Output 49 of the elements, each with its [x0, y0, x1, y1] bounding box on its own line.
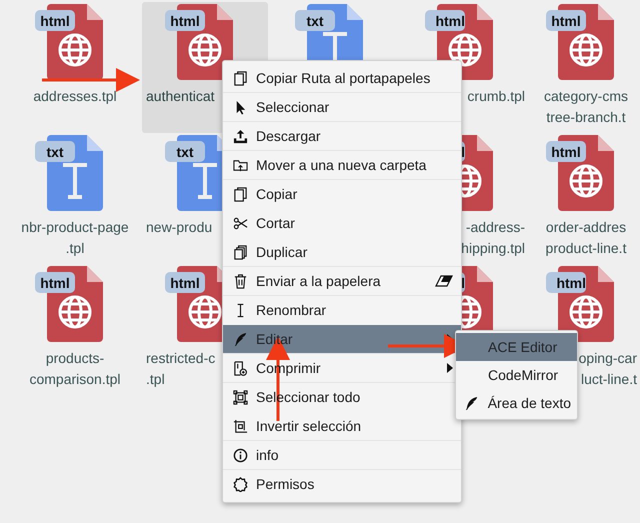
- menu-item[interactable]: ACE Editor: [456, 333, 577, 361]
- file-name[interactable]: restricted-c .tpl: [146, 348, 216, 390]
- file-name[interactable]: authenticat: [146, 86, 214, 107]
- file-type-badge: txt: [295, 10, 335, 31]
- file-type-badge: txt: [35, 141, 75, 162]
- menu-item[interactable]: Duplicar: [223, 238, 461, 267]
- menu-item[interactable]: Renombrar: [223, 296, 461, 325]
- file-name[interactable]: order-addres product-line.t: [546, 217, 626, 259]
- menu-item[interactable]: Permisos: [223, 470, 461, 499]
- file-name[interactable]: category-cms tree-branch.t: [544, 86, 628, 128]
- file-name[interactable]: new-produ: [146, 217, 212, 238]
- menu-item[interactable]: Seleccionar: [223, 93, 461, 122]
- menu-item[interactable]: Cortar: [223, 209, 461, 238]
- file-name[interactable]: products- comparison.tpl: [29, 348, 121, 390]
- menu-item[interactable]: Enviar a la papelera: [223, 267, 461, 296]
- file-type-badge: html: [425, 10, 465, 31]
- file-name[interactable]: -address- hipping.tpl: [461, 217, 525, 259]
- file-type-badge: txt: [165, 141, 205, 162]
- menu-item[interactable]: info: [223, 441, 461, 470]
- menu-item[interactable]: Mover a una nueva carpeta: [223, 151, 461, 180]
- file-name[interactable]: oping-car luct-line.t: [578, 348, 637, 390]
- file-name[interactable]: addresses.tpl: [33, 86, 117, 107]
- file-type-badge: html: [546, 10, 586, 31]
- menu-item[interactable]: Copiar Ruta al portapapeles: [223, 64, 461, 93]
- duplicate-icon: [232, 244, 248, 260]
- menu-item[interactable]: Descargar: [223, 122, 461, 151]
- feather-icon: [464, 396, 480, 410]
- file-type-badge: html: [35, 272, 75, 293]
- file-type-badge: html: [165, 272, 205, 293]
- copy-icon: [232, 70, 248, 86]
- info-icon: [232, 448, 248, 462]
- archive-icon: [232, 360, 248, 376]
- folder-icon: [232, 158, 248, 172]
- file-type-badge: html: [35, 10, 75, 31]
- file-type-badge: html: [165, 10, 205, 31]
- select-all-icon: [232, 390, 248, 404]
- feather-icon: [232, 332, 248, 346]
- invert-selection-icon: [232, 418, 248, 434]
- settings-icon: [232, 476, 248, 492]
- file-type-badge: html: [546, 272, 586, 293]
- file-name[interactable]: crumb.tpl: [467, 86, 525, 107]
- upload-icon: [232, 128, 248, 144]
- trash-icon: [232, 274, 248, 288]
- file-name[interactable]: nbr-product-page .tpl: [21, 217, 129, 259]
- copy-icon: [232, 186, 248, 202]
- eraser-icon: [435, 275, 453, 287]
- menu-item[interactable]: Copiar: [223, 180, 461, 209]
- scissors-icon: [232, 216, 248, 230]
- file-type-badge: html: [546, 141, 586, 162]
